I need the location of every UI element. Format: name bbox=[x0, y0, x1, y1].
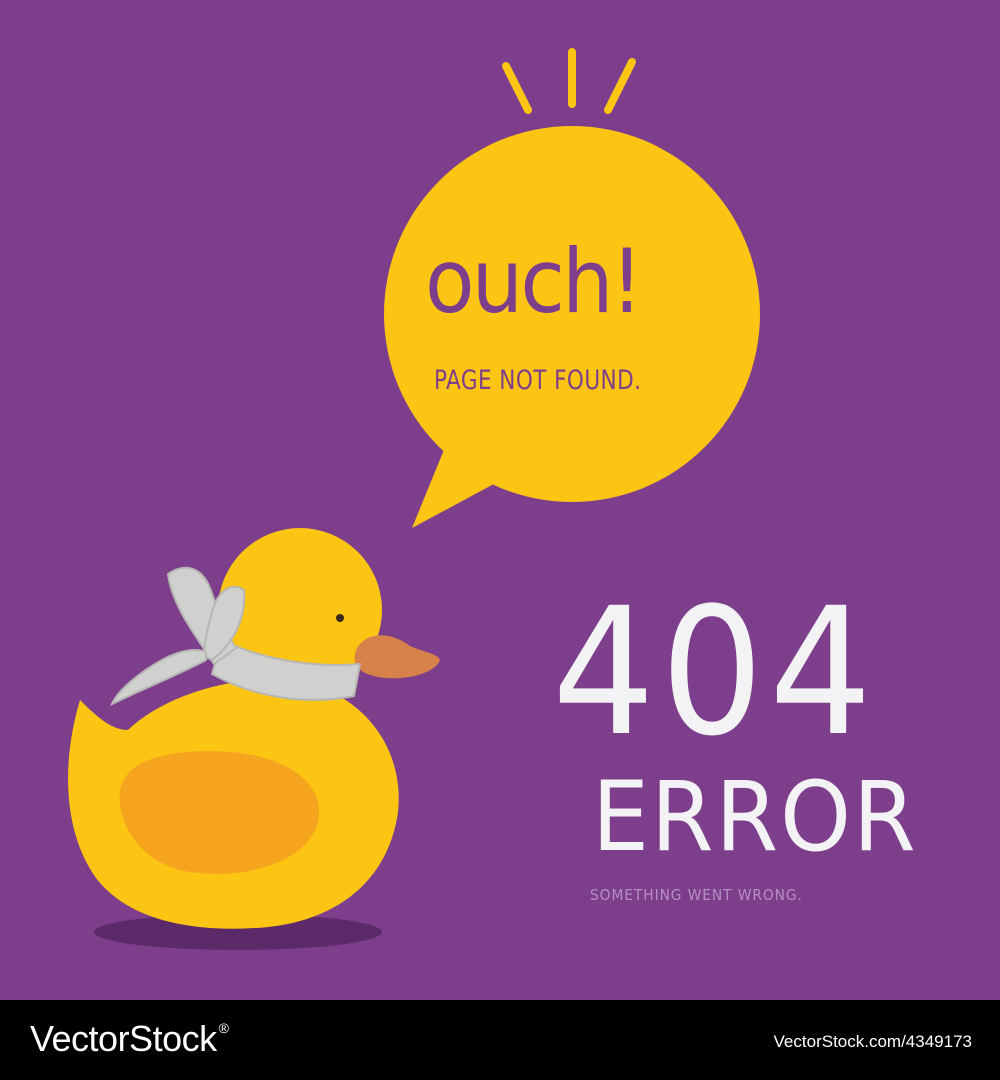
registered-mark: ® bbox=[218, 1020, 229, 1036]
error-detail: SOMETHING WENT WRONG. bbox=[590, 886, 803, 904]
exclamation-title: ouch! bbox=[425, 230, 643, 333]
error-page: ouch! PAGE NOT FOUND. 404 ERROR SOMETHIN… bbox=[0, 0, 1000, 1080]
page-not-found-subtitle: PAGE NOT FOUND. bbox=[434, 365, 642, 396]
error-code: 404 bbox=[552, 570, 878, 775]
error-label: ERROR bbox=[592, 761, 918, 873]
watermark-brand-text: VectorStock bbox=[30, 1018, 217, 1059]
emphasis-lines-icon bbox=[502, 48, 636, 114]
rubber-duck-icon bbox=[68, 528, 440, 929]
watermark-url: VectorStock.com/4349173 bbox=[773, 1032, 972, 1051]
watermark-brand: VectorStock ® bbox=[30, 1018, 229, 1060]
